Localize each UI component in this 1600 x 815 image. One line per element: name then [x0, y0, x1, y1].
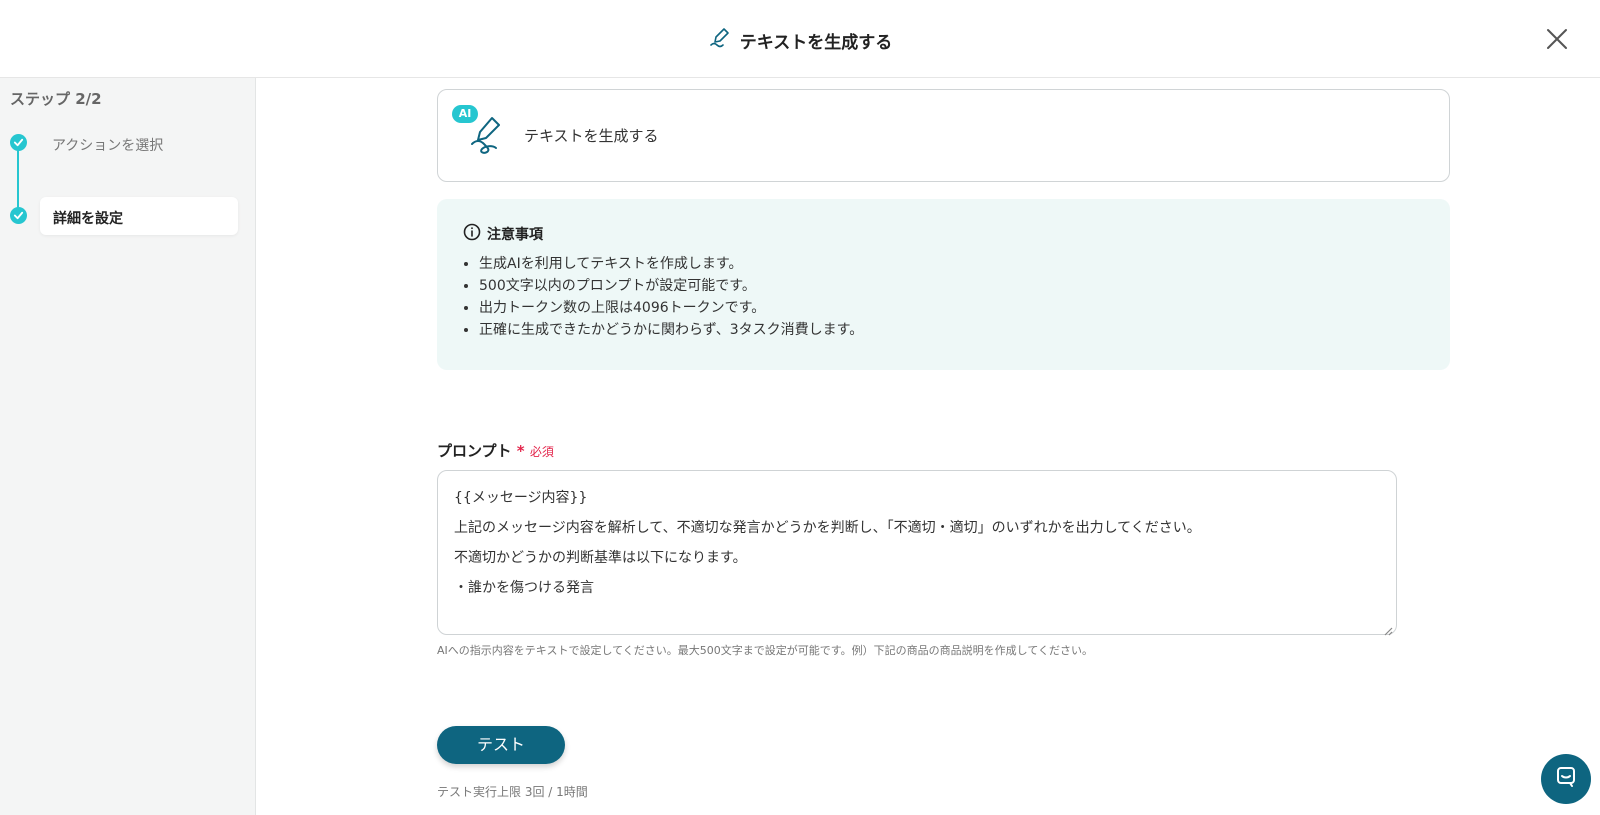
prompt-textarea[interactable]: {{メッセージ内容}} 上記のメッセージ内容を解析して、不適切な発言かどうかを判… [437, 470, 1397, 636]
check-icon [10, 134, 27, 151]
notice-title: 注意事項 [463, 223, 1424, 245]
prompt-label-text: プロンプト [437, 442, 512, 460]
prompt-label: プロンプト * 必須 [437, 440, 554, 461]
action-card-label: テキストを生成する [524, 127, 659, 145]
required-asterisk: * [516, 442, 525, 460]
info-icon [463, 223, 481, 245]
notice-title-text: 注意事項 [487, 227, 543, 243]
modal-title: テキストを生成する [0, 26, 1600, 55]
step-item-configure-details[interactable]: 詳細を設定 [40, 197, 238, 235]
pen-icon [708, 26, 732, 55]
resize-handle-icon[interactable] [1383, 621, 1393, 636]
notice-item: 出力トークン数の上限は4096トークンです。 [479, 297, 1424, 319]
required-text: 必須 [529, 445, 554, 459]
test-limit-text: テスト実行上限 3回 / 1時間 [437, 785, 588, 799]
notice-item: 500文字以内のプロンプトが設定可能です。 [479, 275, 1424, 297]
modal-header: テキストを生成する [0, 0, 1600, 78]
step-sidebar: ステップ 2/2 アクションを選択 詳細を設定 [0, 78, 256, 815]
test-button[interactable]: テスト [437, 726, 565, 764]
prompt-line: 上記のメッセージ内容を解析して、不適切な発言かどうかを判断し、「不適切・適切」の… [454, 520, 1201, 536]
notice-item: 正確に生成できたかどうかに関わらず、3タスク消費します。 [479, 319, 1424, 341]
prompt-line: 不適切かどうかの判断基準は以下になります。 [454, 550, 747, 566]
notice-panel: 注意事項 生成AIを利用してテキストを作成します。 500文字以内のプロンプトが… [437, 199, 1450, 370]
prompt-hint: AIへの指示内容をテキストで設定してください。最大500文字まで設定が可能です。… [437, 644, 1094, 657]
prompt-line: {{メッセージ内容}} [454, 490, 588, 506]
notice-list: 生成AIを利用してテキストを作成します。 500文字以内のプロンプトが設定可能で… [463, 253, 1424, 341]
prompt-line: ・誰かを傷つける発言 [454, 580, 594, 596]
notice-item: 生成AIを利用してテキストを作成します。 [479, 253, 1424, 275]
check-icon [10, 207, 27, 224]
ai-badge: AI [452, 105, 478, 123]
close-icon[interactable] [1544, 26, 1570, 52]
action-card: AI テキストを生成する [437, 89, 1450, 182]
step-item-select-action[interactable]: アクションを選択 [52, 135, 163, 155]
chat-support-button[interactable] [1541, 754, 1591, 804]
modal-title-text: テキストを生成する [739, 33, 893, 53]
step-counter: ステップ 2/2 [10, 90, 102, 108]
chat-icon [1554, 765, 1578, 793]
